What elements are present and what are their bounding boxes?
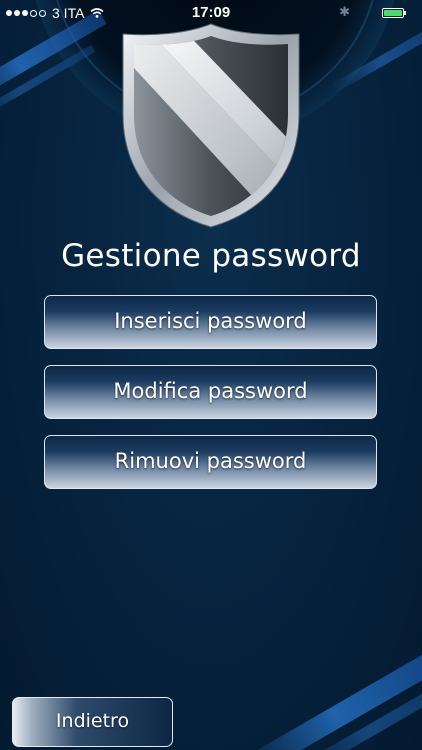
remove-password-button[interactable]: Rimuovi password [44, 435, 377, 489]
background-stripe [240, 630, 422, 750]
battery-level [384, 10, 402, 16]
bluetooth-icon: ✱ [339, 5, 350, 20]
shield-icon [122, 23, 300, 228]
app-screen: 3 ITA 17:09 ✱ Gestione password Inserisc… [0, 0, 422, 750]
page-title: Gestione password [61, 238, 361, 274]
insert-password-button[interactable]: Inserisci password [44, 295, 377, 349]
status-time: 17:09 [191, 4, 231, 21]
modify-password-button[interactable]: Modifica password [44, 365, 377, 419]
battery-icon [382, 8, 406, 18]
back-button[interactable]: Indietro [12, 697, 173, 747]
status-bar: 3 ITA 17:09 ✱ [0, 0, 422, 26]
